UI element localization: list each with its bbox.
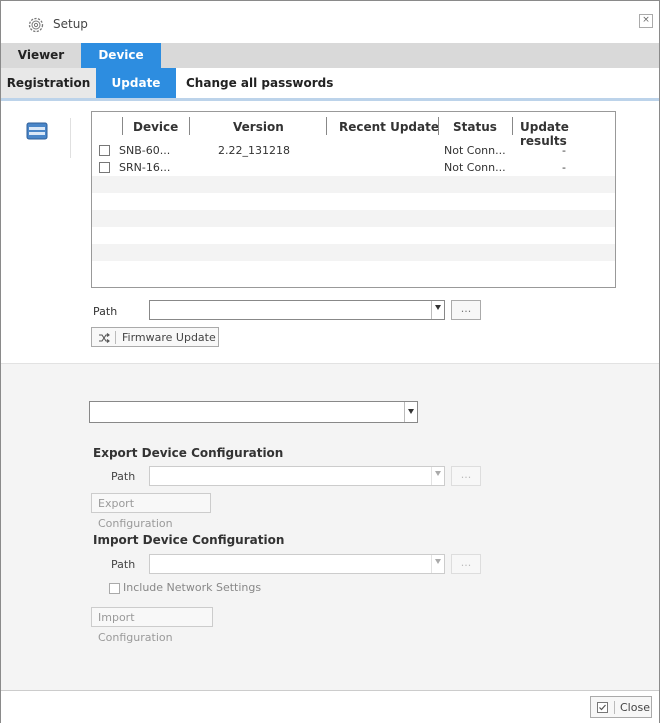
- setup-window: Setup × Viewer Device Registration Updat…: [0, 0, 660, 723]
- cell-device: SNB-60...: [119, 144, 171, 157]
- import-browse-button[interactable]: ...: [451, 554, 481, 574]
- firmware-path-label: Path: [93, 305, 118, 318]
- chevron-down-icon[interactable]: [431, 555, 444, 573]
- dialog-footer: Close: [1, 690, 659, 723]
- empty-row: [92, 176, 615, 193]
- column-separator: [326, 117, 327, 135]
- firmware-update-label: Firmware Update: [122, 331, 216, 344]
- firmware-update-button[interactable]: Firmware Update: [91, 327, 219, 347]
- table-row[interactable]: SNB-60... 2.22_131218 Not Conn... -: [92, 142, 615, 159]
- close-label: Close: [620, 701, 650, 714]
- column-header-device[interactable]: Device: [133, 120, 178, 134]
- button-divider: [115, 331, 116, 344]
- column-separator: [189, 117, 190, 135]
- cell-update-result: -: [562, 161, 566, 174]
- export-config-title: Export Device Configuration: [93, 446, 284, 460]
- export-path-select[interactable]: [149, 466, 445, 486]
- check-icon: [597, 702, 608, 713]
- empty-row: [92, 193, 615, 210]
- table-row[interactable]: SRN-16... Not Conn... -: [92, 159, 615, 176]
- export-path-label: Path: [111, 470, 136, 483]
- cell-device: SRN-16...: [119, 161, 171, 174]
- import-path-select[interactable]: [149, 554, 445, 574]
- import-path-label: Path: [111, 558, 136, 571]
- device-icon: [26, 122, 48, 140]
- chevron-down-icon[interactable]: [431, 301, 444, 319]
- button-divider: [614, 701, 615, 714]
- column-header-status[interactable]: Status: [453, 120, 497, 134]
- column-separator: [438, 117, 439, 135]
- empty-row: [92, 227, 615, 244]
- firmware-path-select[interactable]: [149, 300, 445, 320]
- column-separator: [512, 117, 513, 135]
- column-separator: [122, 117, 123, 135]
- cell-status: Not Conn...: [444, 144, 506, 157]
- row-checkbox[interactable]: [99, 145, 110, 156]
- chevron-down-icon[interactable]: [404, 402, 417, 422]
- device-update-table: Device Version Recent Update Status Upda…: [91, 111, 616, 288]
- close-button[interactable]: Close: [590, 696, 652, 718]
- tab-change-all-passwords[interactable]: Change all passwords: [186, 68, 333, 98]
- column-header-version[interactable]: Version: [233, 120, 284, 134]
- empty-row: [92, 261, 615, 278]
- include-network-label: Include Network Settings: [123, 581, 262, 594]
- window-close-icon[interactable]: ×: [639, 14, 653, 28]
- export-browse-button[interactable]: ...: [451, 466, 481, 486]
- title-bar: Setup ×: [1, 1, 659, 43]
- export-configuration-button[interactable]: Export Configuration: [91, 493, 211, 530]
- empty-row: [92, 210, 615, 227]
- tab-viewer[interactable]: Viewer: [1, 43, 81, 68]
- import-config-title: Import Device Configuration: [93, 533, 285, 547]
- tab-registration[interactable]: Registration: [1, 68, 96, 98]
- import-configuration-button[interactable]: Import Configuration: [91, 607, 213, 644]
- tab-device[interactable]: Device: [81, 43, 161, 68]
- row-checkbox[interactable]: [99, 162, 110, 173]
- empty-row: [92, 244, 615, 261]
- device-icon-panel: [20, 118, 71, 158]
- cell-status: Not Conn...: [444, 161, 506, 174]
- shuffle-icon: [99, 333, 110, 343]
- cell-version: 2.22_131218: [218, 144, 290, 157]
- cell-update-result: -: [562, 144, 566, 157]
- column-header-recent-update[interactable]: Recent Update: [339, 120, 439, 134]
- device-select[interactable]: [89, 401, 418, 423]
- sub-tab-bar: Registration Update Change all passwords: [1, 68, 659, 101]
- chevron-down-icon[interactable]: [431, 467, 444, 485]
- tab-update[interactable]: Update: [96, 68, 176, 98]
- window-title: Setup: [53, 17, 88, 31]
- firmware-browse-button[interactable]: ...: [451, 300, 481, 320]
- main-tab-bar: Viewer Device: [1, 43, 659, 68]
- gear-icon: [28, 17, 44, 33]
- include-network-checkbox[interactable]: [109, 583, 120, 594]
- table-header: Device Version Recent Update Status Upda…: [92, 112, 615, 148]
